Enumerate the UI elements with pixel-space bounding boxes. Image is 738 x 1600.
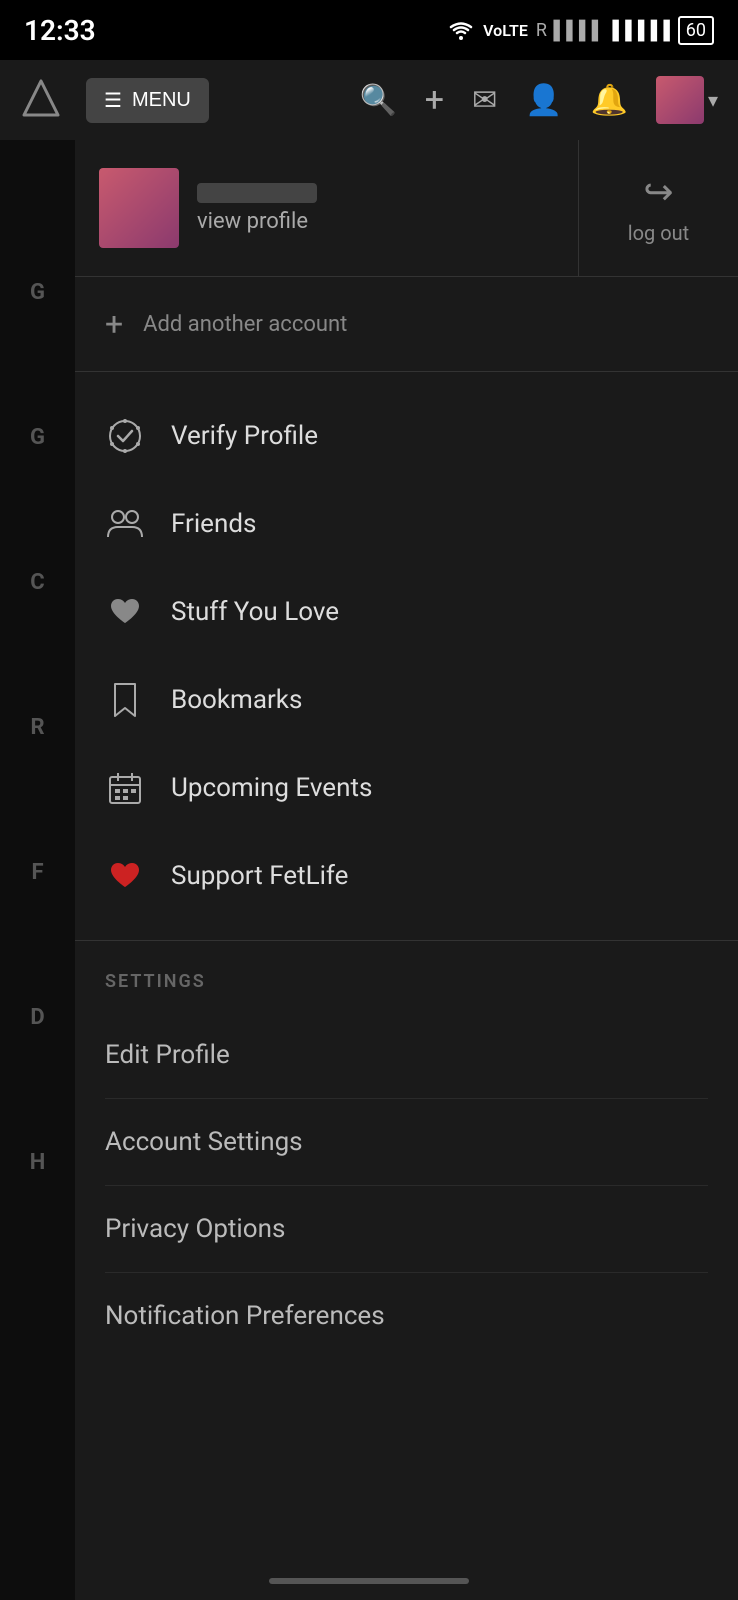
sidebar-letter-2: G <box>30 425 45 450</box>
profile-username-blur <box>197 183 317 203</box>
messages-icon[interactable]: ✉ <box>472 83 497 118</box>
settings-notification-preferences[interactable]: Notification Preferences <box>105 1273 708 1359</box>
profile-section: view profile ↪ log out <box>75 140 738 277</box>
menu-item-bookmarks[interactable]: Bookmarks <box>75 656 738 744</box>
bookmarks-label: Bookmarks <box>171 685 302 715</box>
verify-icon <box>105 416 145 456</box>
volte-icon: VoLTE <box>483 21 528 40</box>
wifi-icon <box>447 19 475 41</box>
menu-list: Verify Profile Friends Stuff You Love <box>75 372 738 941</box>
menu-lines-icon: ☰ <box>104 88 122 113</box>
drawer-menu: view profile ↪ log out + Add another acc… <box>75 140 738 1600</box>
avatar-dropdown-arrow: ▾ <box>708 88 718 112</box>
menu-item-stuff-you-love[interactable]: Stuff You Love <box>75 568 738 656</box>
notification-preferences-label: Notification Preferences <box>105 1301 385 1331</box>
stuff-you-love-label: Stuff You Love <box>171 597 339 627</box>
sidebar-letter-1: G <box>30 280 45 305</box>
verify-profile-label: Verify Profile <box>171 421 318 451</box>
menu-item-verify-profile[interactable]: Verify Profile <box>75 392 738 480</box>
add-account-row[interactable]: + Add another account <box>75 277 738 372</box>
add-account-label: Add another account <box>143 312 347 337</box>
upcoming-events-label: Upcoming Events <box>171 773 372 803</box>
calendar-icon <box>105 768 145 808</box>
sidebar-letter-3: C <box>30 570 44 595</box>
view-profile-link[interactable]: view profile <box>197 209 317 234</box>
home-indicator <box>269 1578 469 1584</box>
privacy-options-label: Privacy Options <box>105 1214 285 1244</box>
add-account-icon: + <box>105 305 123 343</box>
sidebar-letters: G G C R F D H <box>0 0 75 1600</box>
heart-gray-icon <box>105 592 145 632</box>
profile-left[interactable]: view profile <box>75 140 578 276</box>
status-icons: VoLTE R▐▐▐▐ ▐▐▐▐▐ 60 <box>447 16 714 45</box>
profile-icon[interactable]: 👤 <box>525 83 562 118</box>
sidebar-letter-5: F <box>31 860 43 885</box>
menu-label: MENU <box>132 89 191 112</box>
support-fetlife-label: Support FetLife <box>171 861 348 891</box>
add-icon[interactable]: + <box>425 80 444 120</box>
settings-edit-profile[interactable]: Edit Profile <box>105 1012 708 1099</box>
settings-header: SETTINGS <box>105 961 708 1002</box>
account-settings-label: Account Settings <box>105 1127 303 1157</box>
nav-icons: 🔍 + ✉ 👤 🔔 ▾ <box>359 76 718 124</box>
user-avatar-img <box>656 76 704 124</box>
menu-item-support-fetlife[interactable]: Support FetLife <box>75 832 738 920</box>
profile-avatar <box>99 168 179 248</box>
sidebar-letter-7: H <box>30 1150 46 1175</box>
sidebar-letter-4: R <box>30 715 44 740</box>
friends-icon <box>105 504 145 544</box>
settings-section: SETTINGS Edit Profile Account Settings P… <box>75 941 738 1359</box>
status-bar: 12:33 VoLTE R▐▐▐▐ ▐▐▐▐▐ 60 <box>0 0 738 60</box>
menu-item-upcoming-events[interactable]: Upcoming Events <box>75 744 738 832</box>
signal-r-icon: R▐▐▐▐ <box>536 20 598 41</box>
settings-privacy-options[interactable]: Privacy Options <box>105 1186 708 1273</box>
nav-bar: ☰ MENU 🔍 + ✉ 👤 🔔 ▾ <box>0 60 738 140</box>
menu-item-friends[interactable]: Friends <box>75 480 738 568</box>
settings-account-settings[interactable]: Account Settings <box>105 1099 708 1186</box>
signal-icon: ▐▐▐▐▐ <box>606 20 670 41</box>
sidebar-letter-6: D <box>30 1005 44 1030</box>
notifications-icon[interactable]: 🔔 <box>591 83 628 118</box>
menu-button[interactable]: ☰ MENU <box>86 78 209 123</box>
app-logo <box>20 77 62 123</box>
logout-label: log out <box>628 221 689 245</box>
friends-label: Friends <box>171 509 256 539</box>
logout-icon: ↪ <box>643 171 673 213</box>
bookmark-icon <box>105 680 145 720</box>
user-avatar-nav[interactable]: ▾ <box>656 76 718 124</box>
profile-info: view profile <box>197 183 317 234</box>
search-icon[interactable]: 🔍 <box>359 83 396 118</box>
heart-red-icon <box>105 856 145 896</box>
profile-right[interactable]: ↪ log out <box>578 140 738 276</box>
battery-icon: 60 <box>678 16 714 45</box>
edit-profile-label: Edit Profile <box>105 1040 230 1070</box>
status-time: 12:33 <box>24 14 96 47</box>
